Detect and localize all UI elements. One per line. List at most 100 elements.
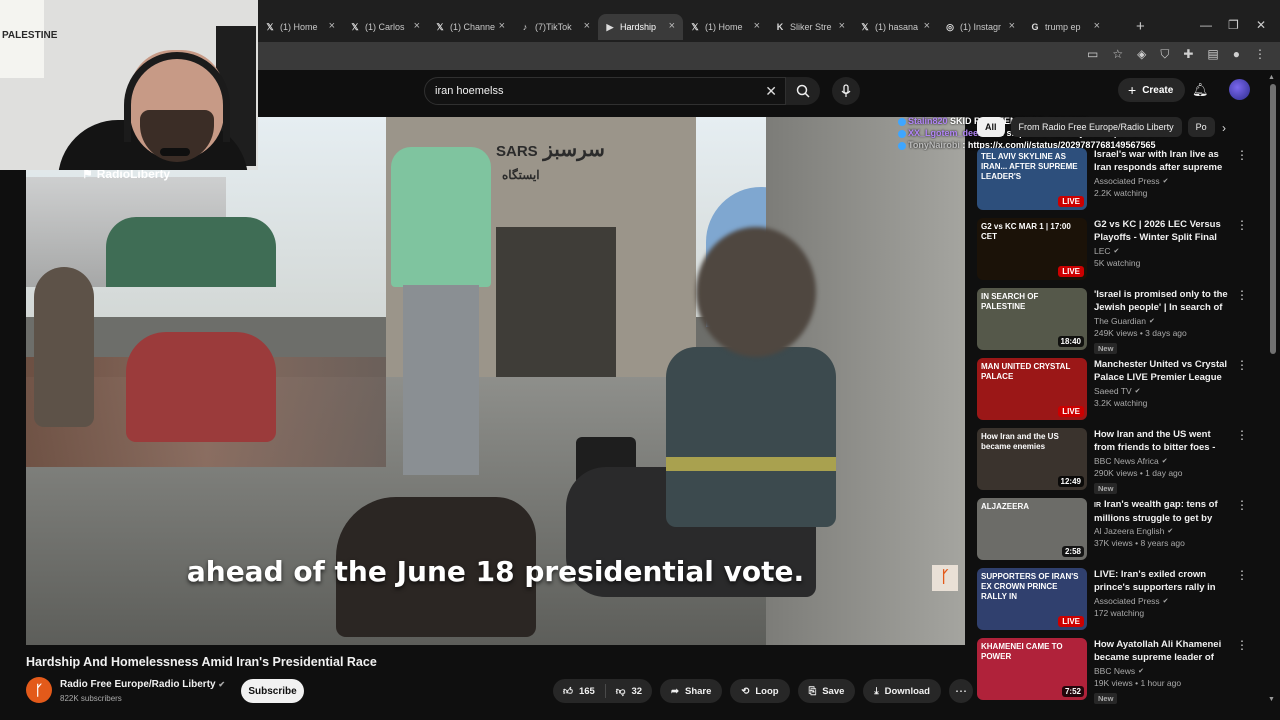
channel-line[interactable]: BBC News Africa ✔ [1094,456,1232,466]
subscribe-button[interactable]: Subscribe [241,679,304,703]
video-thumbnail[interactable]: ALJAZEERA 2:58 [977,498,1087,560]
tab-close-icon[interactable]: × [329,20,335,32]
sign-persian: سرسبز [543,139,605,161]
browser-tab[interactable]: 𝕏 (1) Carlos × [343,14,428,40]
video-thumbnail[interactable]: KHAMENEI CAME TO POWER 7:52 [977,638,1087,700]
filter-chip[interactable]: All [977,117,1005,137]
dislike-button[interactable]: 👎︎ 32 [606,679,652,703]
tab-close-icon[interactable]: × [669,20,675,32]
clear-search-icon[interactable]: ✕ [765,83,777,100]
video-thumbnail[interactable]: MAN UNITED CRYSTAL PALACE LIVE [977,358,1087,420]
tab-close-icon[interactable]: × [584,20,590,32]
channel-line[interactable]: Associated Press ✔ [1094,176,1232,186]
more-options-icon[interactable]: ⋮ [1236,218,1248,232]
channel-line[interactable]: BBC News ✔ [1094,666,1232,676]
loop-button[interactable]: ⟲ Loop [730,679,790,703]
more-options-icon[interactable]: ⋮ [1236,498,1248,512]
more-options-icon[interactable]: ⋮ [1236,358,1248,372]
channel-line[interactable]: LEC ✔ [1094,246,1232,256]
tab-close-icon[interactable]: × [924,20,930,32]
video-thumbnail[interactable]: IN SEARCH OF PALESTINE 18:40 [977,288,1087,350]
recommended-video[interactable]: MAN UNITED CRYSTAL PALACE LIVE Manchester … [977,358,1257,420]
user-avatar[interactable] [1229,79,1250,100]
extension-icon[interactable]: ◈ [1137,47,1146,62]
create-button[interactable]: + Create [1118,78,1186,102]
chips-next-chevron-icon[interactable]: › [1222,121,1226,135]
more-actions-button[interactable]: ⋯ [948,679,973,703]
recommended-video[interactable]: ALJAZEERA 2:58 IR Iran's wealth gap: tens o… [977,498,1257,560]
filter-chip[interactable]: Po [1187,117,1215,137]
video-thumbnail[interactable]: TEL AVIV SKYLINE AS IRAN... AFTER SUPREM… [977,148,1087,210]
browser-tab[interactable]: ▶ Hardship × [598,14,683,40]
notifications-bell-icon[interactable]: 🔔︎ [1192,82,1209,98]
download-button[interactable]: ⤓ Download [863,679,941,703]
filter-chip[interactable]: From Radio Free Europe/Radio Liberty [1010,117,1182,137]
recommended-video[interactable]: How Iran and the US became enemies 12:49 H… [977,428,1257,494]
profile-icon[interactable]: ● [1233,47,1240,62]
recommended-video[interactable]: G2 vs KC MAR 1 | 17:00 CET LIVE G2 vs KC |… [977,218,1257,280]
maximize-window-button[interactable]: ❐ [1228,18,1239,32]
more-options-icon[interactable]: ⋮ [1236,568,1248,582]
browser-tab[interactable]: 𝕏 (1) Home × [258,14,343,40]
video-title-text[interactable]: Israel's war with Iran live as Iran resp… [1094,148,1232,174]
save-button[interactable]: ⎘ Save [797,679,856,703]
tab-close-icon[interactable]: × [414,20,420,32]
video-title-text[interactable]: Manchester United vs Crystal Palace LIVE… [1094,358,1232,384]
tab-close-icon[interactable]: × [1009,20,1015,32]
more-options-icon[interactable]: ⋮ [1236,288,1248,302]
sidebar-icon[interactable]: ▤ [1207,47,1218,62]
puzzle-icon[interactable]: ✚ [1183,47,1193,62]
recommended-video[interactable]: KHAMENEI CAME TO POWER 7:52 How Ayatollah … [977,638,1257,704]
tab-close-icon[interactable]: × [499,20,505,32]
video-thumbnail[interactable]: How Iran and the US became enemies 12:49 [977,428,1087,490]
cast-icon[interactable]: ▭ [1087,47,1098,62]
video-title-text[interactable]: LIVE: Iran's exiled crown prince's suppo… [1094,568,1232,594]
browser-tab[interactable]: 𝕏 (1) Channe × [428,14,513,40]
browser-tab[interactable]: ◎ (1) Instagr × [938,14,1023,40]
browser-tab[interactable]: Gtrump ep × [1023,14,1108,40]
new-tab-button[interactable]: + [1136,18,1145,35]
related-filter-chips: All From Radio Free Europe/Radio Liberty P… [977,117,1237,137]
scroll-down-arrow-icon[interactable]: ▼ [1268,696,1275,703]
more-options-icon[interactable]: ⋮ [1236,428,1248,442]
adblock-icon[interactable]: ⛉ [1160,47,1169,62]
recommended-video[interactable]: TEL AVIV SKYLINE AS IRAN... AFTER SUPREM… [977,148,1257,210]
video-title-text[interactable]: IR Iran's wealth gap: tens of millions st… [1094,498,1232,524]
close-window-button[interactable]: ✕ [1256,18,1266,32]
minimize-window-button[interactable]: — [1200,18,1212,32]
browser-tab[interactable]: 𝕏 (1) hasana × [853,14,938,40]
video-title-text[interactable]: G2 vs KC | 2026 LEC Versus Playoffs - Wi… [1094,218,1232,244]
video-title-text[interactable]: How Iran and the US went from friends to… [1094,428,1232,454]
video-title-text[interactable]: How Ayatollah Ali Khamenei became suprem… [1094,638,1232,664]
channel-line[interactable]: Associated Press ✔ [1094,596,1232,606]
share-button[interactable]: ➦ Share [660,679,723,703]
channel-line[interactable]: Al Jazeera English ✔ [1094,526,1232,536]
recommended-video[interactable]: SUPPORTERS OF IRAN'S EX CROWN PRINCE RAL… [977,568,1257,630]
video-player[interactable]: SARS سرسبز ایستگاه ⚑ RadioLiberty ahead … [26,117,965,645]
browser-tab[interactable]: K Sliker Stre × [768,14,853,40]
video-title-text[interactable]: 'Israel is promised only to the Jewish p… [1094,288,1232,314]
scroll-up-arrow-icon[interactable]: ▲ [1268,74,1275,81]
page-scrollbar[interactable] [1270,84,1276,354]
recommended-video[interactable]: IN SEARCH OF PALESTINE 18:40 'Israel is pr… [977,288,1257,354]
more-options-icon[interactable]: ⋮ [1236,148,1248,162]
browser-menu-icon[interactable]: ⋮ [1254,47,1266,62]
channel-avatar[interactable]: ᚴ [26,677,52,703]
video-thumbnail[interactable]: G2 vs KC MAR 1 | 17:00 CET LIVE [977,218,1087,280]
browser-tab[interactable]: 𝕏 (1) Home × [683,14,768,40]
tab-close-icon[interactable]: × [754,20,760,32]
channel-line[interactable]: The Guardian ✔ [1094,316,1232,326]
voice-search-button[interactable] [832,77,860,105]
like-button[interactable]: 👍︎ 165 [553,679,605,703]
channel-line[interactable]: Saeed TV ✔ [1094,386,1232,396]
tab-close-icon[interactable]: × [839,20,845,32]
more-options-icon[interactable]: ⋮ [1236,638,1248,652]
tab-close-icon[interactable]: × [1094,20,1100,32]
video-thumbnail[interactable]: SUPPORTERS OF IRAN'S EX CROWN PRINCE RAL… [977,568,1087,630]
channel-name[interactable]: Radio Free Europe/Radio Liberty ✔ [60,679,225,690]
video-controls[interactable] [26,613,965,645]
browser-tab[interactable]: ♪ (7)TikTok × [513,14,598,40]
bookmark-star-icon[interactable]: ☆ [1112,47,1123,62]
search-button[interactable] [786,77,820,105]
search-input[interactable] [425,78,745,104]
